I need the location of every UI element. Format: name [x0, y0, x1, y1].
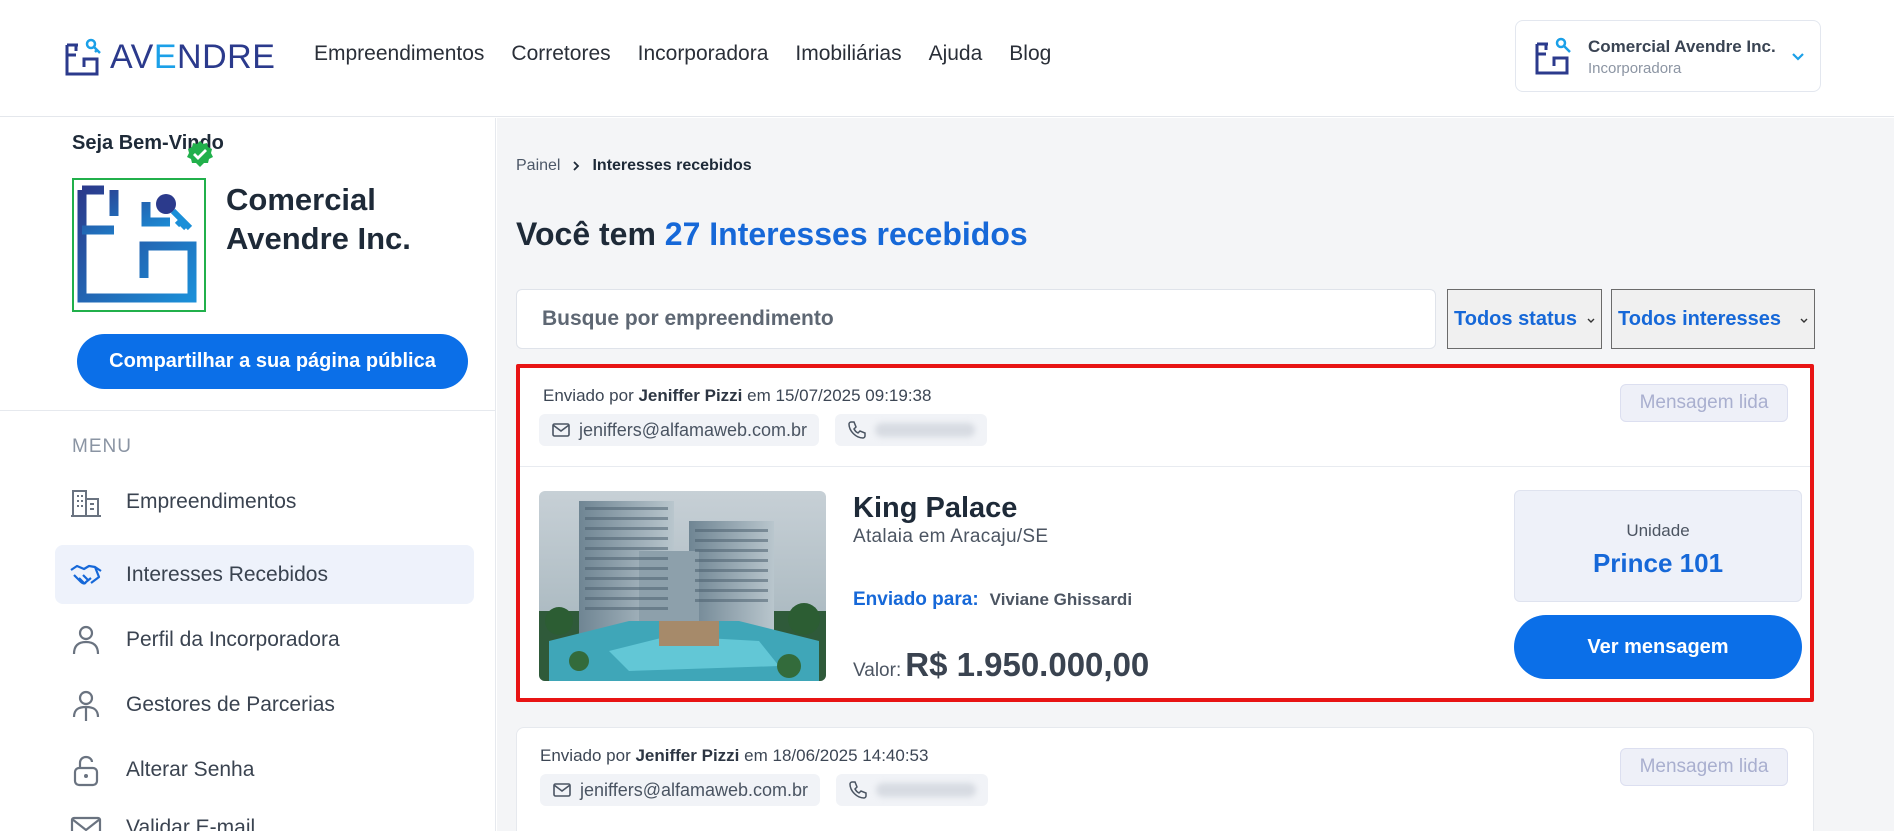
sidebar-item-label: Alterar Senha — [126, 757, 255, 781]
share-public-page-button[interactable]: Compartilhar a sua página pública — [77, 334, 468, 389]
sidebar: Seja Bem-Vindo Comercial Avendre Inc. Co… — [0, 118, 496, 831]
email-text: jeniffers@alfamaweb.com.br — [580, 779, 809, 800]
logo-floorplan-icon — [65, 38, 101, 76]
chevron-right-icon — [573, 161, 580, 171]
email-chip[interactable]: jeniffers@alfamaweb.com.br — [539, 414, 820, 446]
view-message-button[interactable]: Ver mensagem — [1514, 615, 1802, 679]
phone-chip[interactable] — [836, 774, 988, 806]
email-chip[interactable]: jeniffers@alfamaweb.com.br — [540, 774, 821, 806]
search-input[interactable] — [542, 307, 1435, 331]
interest-card: Enviado por Jeniffer Pizzi em 15/07/2025… — [516, 364, 1814, 702]
phone-redacted — [875, 423, 975, 437]
user-manager-icon — [72, 690, 100, 721]
handshake-icon — [70, 564, 102, 585]
logo-wordmark: AVENDRE — [110, 37, 276, 76]
nav-imobiliarias[interactable]: Imobiliárias — [795, 42, 901, 66]
account-logo-icon — [1535, 37, 1571, 75]
interest-card: Enviado por Jeniffer Pizzi em 18/06/2025… — [516, 727, 1814, 831]
sidebar-item-interesses-recebidos[interactable]: Interesses Recebidos — [55, 545, 474, 604]
property-image[interactable] — [539, 491, 826, 681]
chevron-down-icon[interactable] — [1790, 49, 1806, 65]
sidebar-item-perfil[interactable]: Perfil da Incorporadora — [55, 610, 474, 669]
interest-filter-select[interactable]: Todos interesses — [1611, 289, 1815, 349]
sidebar-divider — [0, 410, 496, 411]
account-switcher[interactable]: Comercial Avendre Inc. Incorporadora — [1515, 20, 1821, 92]
user-icon — [72, 625, 100, 654]
unit-value: Prince 101 — [1592, 548, 1724, 578]
sent-to-label: Enviado para: — [853, 589, 979, 610]
unit-box: Unidade Prince 101 — [1514, 490, 1802, 602]
account-name: Comercial Avendre Inc. — [1588, 37, 1776, 56]
mail-icon — [552, 423, 570, 437]
sent-to: Enviado para: Viviane Ghissardi — [853, 589, 1132, 611]
phone-icon — [848, 421, 866, 439]
breadcrumb-current: Interesses recebidos — [592, 157, 752, 174]
unit-label: Unidade — [1626, 521, 1690, 540]
nav-ajuda[interactable]: Ajuda — [929, 42, 983, 66]
top-header: AVENDRE Empreendimentos Corretores Incor… — [0, 0, 1894, 117]
email-text: jeniffers@alfamaweb.com.br — [579, 419, 808, 440]
sidebar-item-label: Validar E-mail — [126, 815, 256, 831]
lock-icon — [73, 755, 99, 786]
building-icon — [71, 489, 101, 517]
interest-filter-value: Todos interesses — [1618, 307, 1782, 330]
status-filter-value: Todos status — [1454, 307, 1577, 330]
company-name: Comercial Avendre Inc. — [226, 182, 411, 256]
sidebar-item-alterar-senha[interactable]: Alterar Senha — [55, 740, 474, 799]
nav-incorporadora[interactable]: Incorporadora — [638, 42, 769, 66]
sent-info: Enviado por Jeniffer Pizzi em 15/07/2025… — [543, 386, 932, 405]
status-badge: Mensagem lida — [1620, 384, 1788, 422]
breadcrumb-painel[interactable]: Painel — [516, 157, 560, 175]
phone-chip[interactable] — [835, 414, 987, 446]
menu-title: MENU — [72, 436, 132, 457]
status-filter-select[interactable]: Todos status — [1447, 289, 1602, 349]
phone-redacted — [876, 783, 976, 797]
search-field[interactable] — [516, 289, 1436, 349]
sidebar-item-label: Empreendimentos — [126, 489, 297, 513]
sidebar-item-label: Perfil da Incorporadora — [126, 627, 340, 651]
nav-blog[interactable]: Blog — [1009, 42, 1051, 66]
chevron-down-icon — [1587, 318, 1595, 323]
main-content: Painel Interesses recebidos Você tem 27 … — [497, 118, 1894, 831]
building-illustration — [539, 491, 826, 681]
main-nav: Empreendimentos Corretores Incorporadora… — [314, 42, 1051, 66]
card-divider — [520, 466, 1810, 467]
sidebar-item-empreendimentos[interactable]: Empreendimentos — [55, 472, 474, 531]
avendre-logo[interactable]: AVENDRE — [64, 36, 275, 78]
nav-empreendimentos[interactable]: Empreendimentos — [314, 42, 484, 66]
phone-icon — [849, 781, 867, 799]
company-avatar — [72, 178, 206, 312]
page-title: Você tem 27 Interesses recebidos — [516, 216, 1028, 252]
sidebar-item-gestores[interactable]: Gestores de Parcerias — [55, 675, 474, 734]
breadcrumb: Painel Interesses recebidos — [516, 157, 752, 175]
property-price: Valor: R$ 1.950.000,00 — [853, 646, 1150, 683]
verified-badge-icon — [187, 141, 213, 167]
sidebar-item-validar-email[interactable]: Validar E-mail — [55, 798, 474, 831]
mail-icon — [553, 783, 571, 797]
sent-info: Enviado por Jeniffer Pizzi em 18/06/2025… — [540, 746, 929, 765]
chevron-down-icon — [1800, 318, 1808, 323]
property-title[interactable]: King Palace — [853, 492, 1017, 525]
status-badge: Mensagem lida — [1620, 748, 1788, 786]
sent-to-name: Viviane Ghissardi — [989, 590, 1133, 609]
property-location: Atalaia em Aracaju/SE — [853, 526, 1049, 547]
company-floorplan-icon — [77, 185, 197, 303]
sidebar-item-label: Gestores de Parcerias — [126, 692, 335, 716]
mail-icon — [70, 816, 102, 831]
nav-corretores[interactable]: Corretores — [511, 42, 610, 66]
sidebar-item-label: Interesses Recebidos — [126, 562, 328, 586]
account-role: Incorporadora — [1588, 60, 1682, 77]
